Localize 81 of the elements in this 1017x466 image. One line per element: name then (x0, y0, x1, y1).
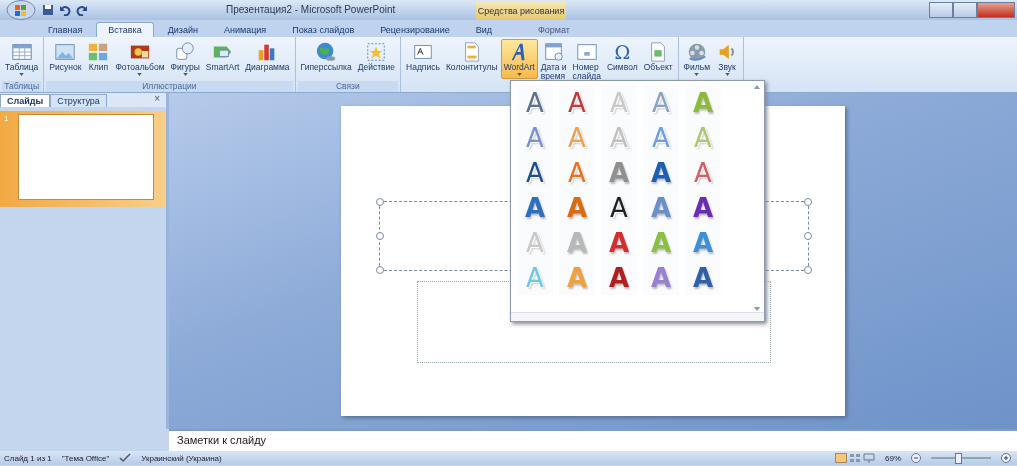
panel-tab[interactable]: Структура (50, 94, 107, 107)
wordart-style[interactable]: A (517, 190, 553, 225)
panel-tab[interactable]: Слайды (0, 94, 51, 107)
ribbon-button[interactable]: Объект (640, 39, 676, 79)
ribbon-button[interactable]: Ω Символ (604, 39, 641, 79)
resize-handle[interactable] (804, 198, 812, 206)
group-label: Связи (297, 81, 399, 92)
ribbon-button[interactable]: Диаграмма (242, 39, 293, 79)
globe-icon (315, 41, 338, 63)
maximize-button[interactable] (953, 2, 977, 18)
window-title: Презентация2 - Microsoft PowerPoint (226, 4, 396, 15)
resize-handle[interactable] (376, 198, 384, 206)
slide-thumbnail[interactable] (18, 114, 154, 200)
resize-handle[interactable] (376, 232, 384, 240)
wordart-style[interactable]: A (517, 155, 553, 190)
resize-handle[interactable] (804, 266, 812, 274)
resize-handle[interactable] (376, 266, 384, 274)
ribbon-button[interactable]: Звук (713, 39, 742, 79)
ribbon-button[interactable]: Фигуры (167, 39, 203, 79)
wordart-style[interactable]: A (685, 190, 721, 225)
ribbon-button[interactable]: Гиперссылка (297, 39, 355, 79)
ribbon-button[interactable]: Действие (354, 39, 399, 79)
zoom-level[interactable]: 69% (885, 453, 901, 463)
language[interactable]: Украинский (Украина) (141, 453, 222, 463)
picture-icon (54, 41, 77, 63)
wordart-style[interactable]: A (601, 225, 637, 260)
notes-field[interactable]: Заметки к слайду (169, 429, 1017, 451)
ribbon-tab[interactable]: Вставка (96, 22, 154, 37)
context-tab-group: Средства рисования (476, 2, 566, 20)
zoom-in-icon[interactable] (1001, 453, 1011, 463)
ribbon-tab[interactable]: Формат (526, 22, 582, 37)
wordart-style[interactable]: A (685, 260, 721, 295)
slideshow-icon[interactable] (863, 453, 875, 463)
close-button[interactable] (977, 2, 1015, 18)
close-icon[interactable]: × (154, 93, 160, 104)
table-icon (10, 41, 33, 63)
wordart-style[interactable]: A (601, 190, 637, 225)
save-icon[interactable] (42, 4, 54, 16)
ribbon-tab[interactable]: Анимация (212, 22, 279, 37)
ribbon-button[interactable]: Дата и время (537, 39, 570, 79)
sorter-view-icon[interactable] (849, 453, 861, 463)
wordart-style[interactable]: A (517, 85, 553, 120)
undo-icon[interactable] (59, 4, 71, 16)
ribbon-button[interactable]: Таблица (2, 39, 42, 79)
theme-name: "Тема Office" (61, 453, 110, 463)
redo-icon[interactable] (76, 4, 88, 16)
slide-counter: Слайд 1 из 1 (4, 453, 52, 463)
slide-number: 1 (4, 114, 10, 123)
group-label: Иллюстрации (46, 81, 293, 92)
omega-icon: Ω (614, 41, 631, 63)
normal-view-icon[interactable] (835, 453, 847, 463)
slide-number-icon (575, 41, 598, 63)
ribbon-tab[interactable]: Показ слайдов (280, 22, 367, 37)
office-button[interactable] (6, 0, 36, 20)
wordart-style[interactable]: A (601, 260, 637, 295)
ribbon-tab[interactable]: Вид (463, 22, 504, 37)
zoom-slider-thumb[interactable] (955, 453, 962, 464)
minimize-button[interactable] (929, 2, 953, 18)
ribbon-tab[interactable]: Главная (36, 22, 95, 37)
wordart-style[interactable]: A (643, 155, 679, 190)
wordart-style[interactable]: A (685, 155, 721, 190)
ribbon-button[interactable]: Фотоальбом (112, 39, 168, 79)
ribbon-button[interactable]: Рисунок (46, 39, 85, 79)
clip-icon (87, 41, 110, 63)
zoom-out-icon[interactable] (911, 453, 921, 463)
shapes-icon (174, 41, 197, 63)
ribbon-button[interactable]: SmartArt (202, 39, 243, 79)
resize-grip[interactable] (511, 312, 764, 321)
ribbon-button[interactable]: Колонтитулы (442, 39, 501, 79)
ribbon-tab[interactable]: Рецензирование (368, 22, 462, 37)
spellcheck-icon[interactable] (119, 453, 132, 463)
ribbon-button[interactable]: Номер слайда (569, 39, 604, 79)
wordart-style[interactable]: A (559, 85, 595, 120)
group-label: Таблицы (2, 81, 42, 92)
ribbon-button[interactable]: Клип (84, 39, 113, 79)
ribbon-tab[interactable]: Дизайн (155, 22, 210, 37)
ribbon-button[interactable]: Фильм (680, 39, 714, 79)
resize-handle[interactable] (804, 232, 812, 240)
ribbon-button[interactable]: Надпись (403, 39, 443, 79)
ribbon-button[interactable]: WordArt (500, 39, 538, 79)
calendar-icon (542, 41, 565, 63)
